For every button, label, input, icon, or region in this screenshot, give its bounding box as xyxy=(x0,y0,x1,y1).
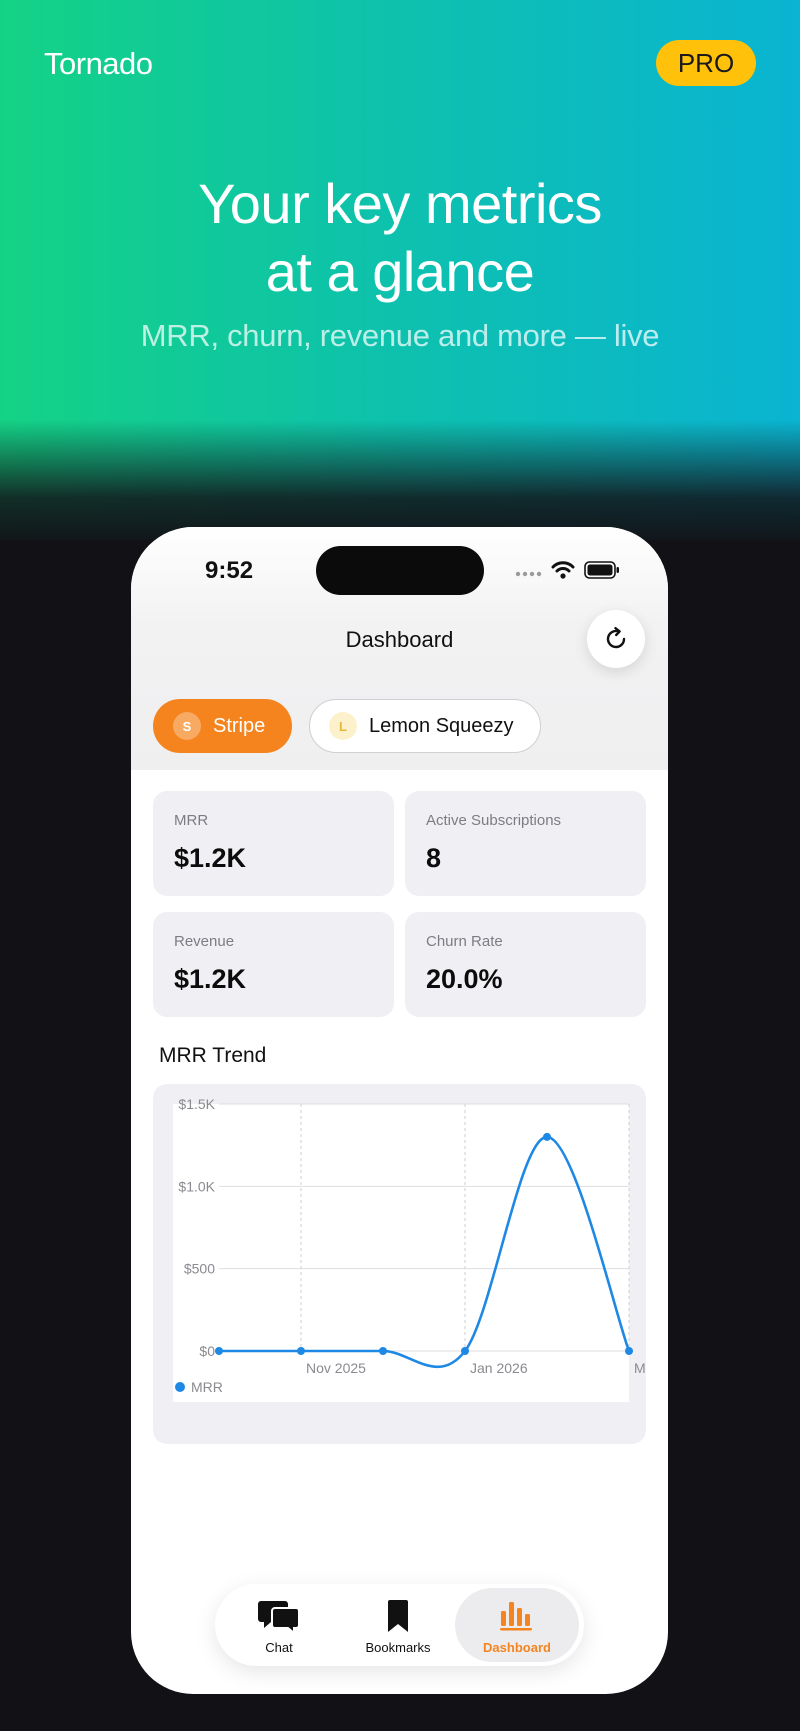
tab-chat[interactable]: Chat xyxy=(221,1584,337,1666)
chart-y-tick-label: $500 xyxy=(184,1261,215,1277)
metric-value: 20.0% xyxy=(426,964,503,994)
wifi-icon xyxy=(551,561,575,579)
metric-label: Churn Rate xyxy=(426,933,503,950)
refresh-button[interactable] xyxy=(587,610,645,668)
stripe-avatar: S xyxy=(173,712,201,740)
metric-label: Active Subscriptions xyxy=(426,812,562,829)
chart-x-tick-label: Jan 2026 xyxy=(470,1360,528,1376)
section-title-mrr-trend: MRR Trend xyxy=(159,1044,267,1067)
dynamic-island xyxy=(316,546,484,595)
headline-line-1: Your key metrics xyxy=(198,172,602,235)
chart-legend-marker xyxy=(175,1382,185,1392)
subheadline: MRR, churn, revenue and more — live xyxy=(140,318,660,353)
chart-legend-label: MRR xyxy=(191,1379,223,1395)
chart-y-tick-label: $1.0K xyxy=(178,1178,215,1194)
cellular-signal-icon xyxy=(515,571,542,577)
metric-card-active-subscriptions: Active Subscriptions 8 xyxy=(405,791,646,896)
chart-x-tick-label: Nov 2025 xyxy=(306,1360,366,1376)
metric-value: 8 xyxy=(426,843,442,873)
bar-chart-icon xyxy=(500,1602,532,1631)
provider-chip-label: Stripe xyxy=(213,714,266,737)
provider-chip-lemon-squeezy[interactable]: L Lemon Squeezy xyxy=(309,699,541,753)
chart-y-tick-label: $0 xyxy=(199,1343,215,1359)
chat-bubbles-icon xyxy=(258,1601,300,1635)
chart-data-point xyxy=(215,1347,223,1355)
headline: Your key metrics at a glance xyxy=(0,170,800,306)
pro-badge[interactable]: PRO xyxy=(656,40,756,86)
status-time: 9:52 xyxy=(205,557,254,584)
tab-label: Dashboard xyxy=(483,1640,551,1655)
battery-icon xyxy=(584,561,619,579)
lemon-squeezy-avatar: L xyxy=(329,712,357,740)
chart-y-tick-label: $1.5K xyxy=(178,1096,215,1112)
bookmark-icon xyxy=(388,1600,408,1632)
metric-card-mrr: MRR $1.2K xyxy=(153,791,394,896)
metric-label: MRR xyxy=(174,812,209,829)
chart-x-tick-label: Mar 2026 xyxy=(634,1360,646,1376)
chart-data-point xyxy=(543,1132,551,1141)
metric-value: $1.2K xyxy=(174,964,247,994)
mrr-trend-chart-card: $0 $500 $1.0K $1.5K Nov 2025 Jan 2026 Mar 2026… xyxy=(153,1084,646,1444)
phone-mockup: 9:52 Dashboard S Stripe L Lemon Squeezy … xyxy=(131,527,668,1694)
chart-data-point xyxy=(379,1347,387,1355)
provider-chip-stripe[interactable]: S Stripe xyxy=(153,699,292,753)
tab-bar: Chat Bookmarks Dashboard xyxy=(215,1584,584,1666)
chart-data-point xyxy=(461,1347,469,1355)
chart-data-point xyxy=(297,1347,305,1355)
mrr-trend-chart: $0 $500 $1.0K $1.5K Nov 2025 Jan 2026 Mar 2026… xyxy=(173,1096,646,1402)
metric-card-revenue: Revenue $1.2K xyxy=(153,912,394,1017)
tab-label: Chat xyxy=(265,1640,293,1655)
headline-line-2: at a glance xyxy=(265,240,535,303)
brand-name: Tornado xyxy=(44,46,153,81)
tab-label: Bookmarks xyxy=(365,1640,431,1655)
provider-chip-label: Lemon Squeezy xyxy=(369,714,514,737)
chart-data-point xyxy=(625,1347,633,1355)
refresh-icon xyxy=(606,627,626,649)
tab-bookmarks[interactable]: Bookmarks xyxy=(339,1584,457,1666)
metric-label: Revenue xyxy=(174,933,235,950)
tab-dashboard[interactable]: Dashboard xyxy=(455,1584,579,1666)
metric-value: $1.2K xyxy=(174,843,247,873)
metric-card-churn-rate: Churn Rate 20.0% xyxy=(405,912,646,1017)
